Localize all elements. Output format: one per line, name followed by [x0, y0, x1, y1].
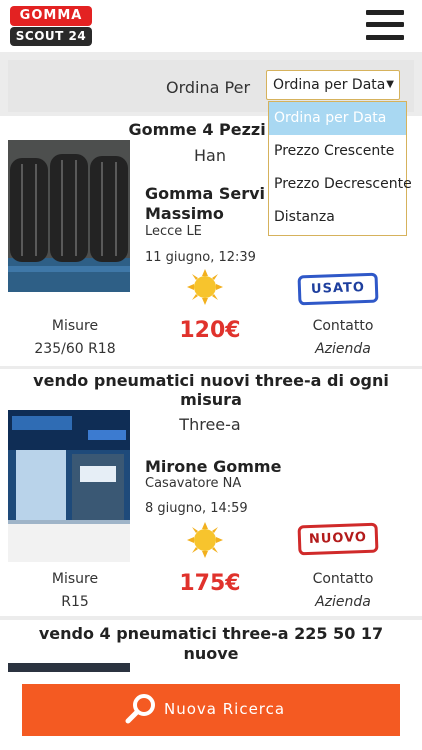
contact-label: Contatto — [312, 571, 374, 587]
sort-label: Ordina Per — [166, 78, 251, 97]
logo-text-bottom: SCOUT 24 — [10, 27, 92, 46]
search-icon — [125, 694, 155, 724]
listing-title: vendo 4 pneumatici three-a 225 50 17 — [38, 624, 384, 643]
listing-brand: Three-a — [179, 415, 241, 434]
listing-brand: Han — [194, 146, 226, 165]
listing-date: 8 giugno, 14:59 — [145, 501, 248, 516]
measures-label: Misure — [51, 571, 99, 587]
measures-label: Misure — [51, 318, 99, 334]
listing-price: 175€ — [179, 571, 241, 596]
footer-bar: Nuova Ricerca — [0, 672, 422, 750]
seller-city: Casavatore NA — [145, 476, 242, 491]
new-search-button[interactable]: Nuova Ricerca — [22, 684, 400, 736]
listing-title: vendo pneumatici nuovi three-a di ogni — [33, 371, 389, 390]
listing-card[interactable]: vendo pneumatici nuovi three-a di ogni m… — [0, 369, 422, 616]
caret-down-icon: ▼ — [386, 79, 394, 90]
app-logo[interactable]: GOMMA SCOUT 24 — [10, 6, 92, 46]
listing-date: 11 giugno, 12:39 — [145, 250, 256, 265]
summer-season-icon — [187, 522, 223, 558]
logo-text-top: GOMMA — [10, 6, 92, 26]
listing-price: 120€ — [179, 318, 241, 343]
seller-city: Lecce LE — [145, 224, 202, 239]
sort-option-price-desc[interactable]: Prezzo Decrescente — [269, 168, 412, 201]
summer-season-icon — [187, 269, 223, 305]
listing-title-line2: misura — [180, 390, 242, 409]
measures-value: R15 — [61, 594, 89, 610]
contact-value: Azienda — [315, 341, 371, 357]
listing-title-line2: nuove — [183, 644, 239, 663]
hamburger-menu-icon[interactable] — [366, 9, 404, 41]
seller-name: Mirone Gomme — [145, 457, 282, 476]
sort-option-distance[interactable]: Distanza — [269, 201, 406, 234]
listing-photo[interactable] — [8, 140, 130, 292]
new-search-label: Nuova Ricerca — [164, 700, 286, 718]
contact-value: Azienda — [315, 594, 371, 610]
sort-dropdown: Ordina per Data Prezzo Crescente Prezzo … — [268, 101, 412, 236]
sort-option-date[interactable]: Ordina per Data — [269, 102, 406, 135]
listing-photo[interactable] — [8, 410, 130, 562]
measures-value: 235/60 R18 — [34, 341, 116, 357]
sort-selected-value: Ordina per Data — [273, 77, 386, 93]
seller-name: Gomma Servi — [145, 184, 266, 203]
sort-select[interactable]: Ordina per Data ▼ — [266, 70, 400, 100]
status-badge: NUOVO — [297, 522, 379, 556]
contact-label: Contatto — [312, 318, 374, 334]
status-badge: USATO — [297, 272, 379, 306]
top-bar: GOMMA SCOUT 24 — [0, 0, 422, 52]
sort-option-price-asc[interactable]: Prezzo Crescente — [269, 135, 406, 168]
seller-name-line2: Massimo — [145, 204, 224, 223]
listing-card[interactable]: vendo 4 pneumatici three-a 225 50 17 nuo… — [0, 620, 422, 680]
